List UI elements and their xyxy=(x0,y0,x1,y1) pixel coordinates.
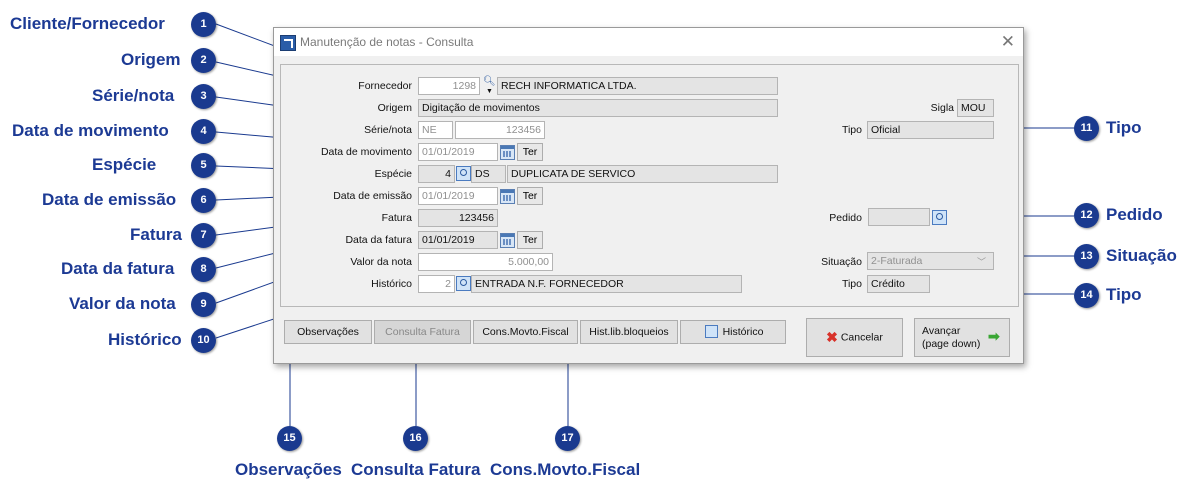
callout-badge: 1 xyxy=(191,12,216,37)
search-icon[interactable] xyxy=(456,166,471,181)
valor-nota-field[interactable]: 5.000,00 xyxy=(418,253,553,271)
callout-label: Histórico xyxy=(108,330,182,349)
callout-label: Data da fatura xyxy=(61,259,175,278)
callout-label: Série/nota xyxy=(92,86,175,105)
callout-label: Tipo xyxy=(1106,118,1142,137)
especie-desc-field: DUPLICATA DE SERVICO xyxy=(507,165,778,183)
advance-sublabel: (page down) xyxy=(922,338,981,350)
data-movimento-weekday-button[interactable]: Ter xyxy=(517,143,543,161)
historico-label: Histórico xyxy=(371,278,412,290)
origem-label: Origem xyxy=(377,102,412,114)
callout-label: Consulta Fatura xyxy=(351,460,481,479)
especie-code-field[interactable]: 4 xyxy=(418,165,455,183)
sigla-field: MOU xyxy=(957,99,994,117)
callout-badge: 5 xyxy=(191,153,216,178)
callout-badge: 2 xyxy=(191,48,216,73)
callout-label: Observações xyxy=(235,460,342,479)
consulta-fatura-button[interactable]: Consulta Fatura xyxy=(374,320,471,344)
cancel-button[interactable]: ✖ Cancelar xyxy=(806,318,903,357)
hist-lib-bloqueios-button[interactable]: Hist.lib.bloqueios xyxy=(580,320,678,344)
data-fatura-weekday-button[interactable]: Ter xyxy=(517,231,543,249)
callout-badge: 11 xyxy=(1074,116,1099,141)
callout-badge: 13 xyxy=(1074,244,1099,269)
tipo-field: Oficial xyxy=(867,121,994,139)
callout-label: Fatura xyxy=(130,225,182,244)
historico-button[interactable]: Histórico xyxy=(680,320,786,344)
callout-badge: 16 xyxy=(403,426,428,451)
cons-movto-fiscal-button[interactable]: Cons.Movto.Fiscal xyxy=(473,320,578,344)
callout-label: Espécie xyxy=(92,155,157,174)
situacao-label: Situação xyxy=(821,256,862,268)
search-icon[interactable] xyxy=(456,276,471,291)
data-movimento-label: Data de movimento xyxy=(320,146,412,158)
pedido-field[interactable] xyxy=(868,208,930,226)
callout-label: Valor da nota xyxy=(69,294,176,313)
search-icon[interactable]: 🔍︎ xyxy=(483,76,496,87)
calendar-icon[interactable] xyxy=(500,145,515,160)
origem-field: Digitação de movimentos xyxy=(418,99,778,117)
chevron-down-icon[interactable]: ﹀ xyxy=(977,255,986,268)
pedido-label: Pedido xyxy=(829,212,862,224)
dropdown-arrow-icon[interactable]: ▼ xyxy=(486,88,493,95)
callout-badge: 4 xyxy=(191,119,216,144)
historico-code-field[interactable]: 2 xyxy=(418,275,455,293)
callout-badge: 3 xyxy=(191,84,216,109)
callout-label: Cons.Movto.Fiscal xyxy=(490,460,641,479)
callout-badge: 7 xyxy=(191,223,216,248)
tipo-credito-field: Crédito xyxy=(867,275,930,293)
callout-badge: 14 xyxy=(1074,283,1099,308)
app-icon xyxy=(280,35,296,51)
serie-nota-label: Série/nota xyxy=(364,124,412,136)
data-fatura-label: Data da fatura xyxy=(345,234,412,246)
data-emissao-weekday-button[interactable]: Ter xyxy=(517,187,543,205)
callout-label: Tipo xyxy=(1106,285,1142,304)
fornecedor-name-field: RECH INFORMATICA LTDA. xyxy=(497,77,778,95)
callout-badge: 10 xyxy=(191,328,216,353)
search-icon[interactable] xyxy=(932,210,947,225)
callout-badge: 9 xyxy=(191,292,216,317)
fornecedor-code-field[interactable]: 1298 xyxy=(418,77,480,95)
window-title: Manutenção de notas - Consulta xyxy=(300,35,474,49)
observacoes-button[interactable]: Observações xyxy=(284,320,372,344)
callout-label: Data de emissão xyxy=(42,190,177,209)
calendar-icon[interactable] xyxy=(500,189,515,204)
cancel-label: Cancelar xyxy=(840,331,883,344)
sigla-label: Sigla xyxy=(930,102,954,114)
valor-nota-label: Valor da nota xyxy=(350,256,412,268)
serie-field[interactable]: NE xyxy=(418,121,453,139)
situacao-select[interactable]: 2-Faturada xyxy=(867,252,994,270)
callout-label: Origem xyxy=(121,50,181,69)
data-movimento-field[interactable]: 01/01/2019 xyxy=(418,143,498,161)
tipo-label: Tipo xyxy=(841,124,862,136)
especie-label: Espécie xyxy=(374,168,412,180)
close-icon[interactable]: ✕ xyxy=(1001,32,1015,52)
callout-badge: 17 xyxy=(555,426,580,451)
callout-label: Cliente/Fornecedor xyxy=(10,14,165,33)
historico-button-label: Histórico xyxy=(722,326,764,338)
title-bar: Manutenção de notas - Consulta ✕ xyxy=(274,28,1023,56)
advance-button[interactable]: Avançar (page down) ➡ xyxy=(914,318,1010,357)
callout-label: Data de movimento xyxy=(12,121,169,140)
data-emissao-field[interactable]: 01/01/2019 xyxy=(418,187,498,205)
fornecedor-label: Fornecedor xyxy=(358,80,412,92)
data-fatura-field[interactable]: 01/01/2019 xyxy=(418,231,498,249)
advance-label: Avançar xyxy=(922,325,961,337)
callout-badge: 15 xyxy=(277,426,302,451)
callout-badge: 8 xyxy=(191,257,216,282)
fatura-field: 123456 xyxy=(418,209,498,227)
calendar-icon[interactable] xyxy=(500,233,515,248)
arrow-right-icon: ➡ xyxy=(988,328,1000,344)
tipo-label: Tipo xyxy=(841,278,862,290)
callout-badge: 12 xyxy=(1074,203,1099,228)
historico-desc-field: ENTRADA N.F. FORNECEDOR xyxy=(471,275,742,293)
nota-field[interactable]: 123456 xyxy=(455,121,545,139)
fatura-label: Fatura xyxy=(381,212,412,224)
history-icon xyxy=(705,325,718,338)
callout-label: Pedido xyxy=(1106,205,1163,224)
callout-badge: 6 xyxy=(191,188,216,213)
especie-abbr-field: DS xyxy=(471,165,506,183)
callout-label: Situação xyxy=(1106,246,1177,265)
cancel-icon: ✖ xyxy=(826,329,838,345)
data-emissao-label: Data de emissão xyxy=(333,190,412,202)
